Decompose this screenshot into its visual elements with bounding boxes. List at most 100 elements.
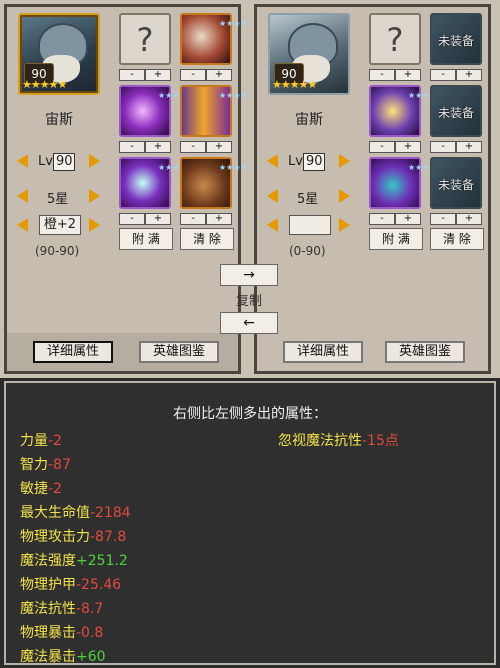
right-rank-next-arrow[interactable] <box>339 218 350 232</box>
left-slot-2-plus[interactable]: + <box>206 69 232 81</box>
left-stars: ★★★★★ <box>22 78 67 91</box>
left-rank-next-arrow[interactable] <box>89 218 100 232</box>
golden-cross-item-icon: ★★★★ <box>408 91 437 100</box>
right-level-prev-arrow[interactable] <box>267 154 278 168</box>
left-slot-5-minus[interactable]: - <box>119 213 145 225</box>
left-slot-1-plus[interactable]: + <box>145 69 171 81</box>
left-slot-2-minus[interactable]: - <box>180 69 206 81</box>
right-lv-label: Lv <box>288 154 303 169</box>
left-slot-4-plus[interactable]: + <box>206 141 232 153</box>
right-slot-4[interactable]: 未装备 <box>430 85 482 137</box>
right-slot-2-minus[interactable]: - <box>430 69 456 81</box>
right-slot-1-minus[interactable]: - <box>369 69 395 81</box>
right-star-prev-arrow[interactable] <box>267 189 278 203</box>
left-hero-codex-button[interactable]: 英雄图鉴 <box>139 341 219 363</box>
right-slot-5[interactable]: ★★★★ <box>369 157 437 209</box>
left-clear-button[interactable]: 清 除 <box>180 228 234 250</box>
left-fill-button[interactable]: 附 满 <box>119 228 173 250</box>
right-slot-5-plus[interactable]: + <box>395 213 421 225</box>
stat-row: 物理暴击-0.8 <box>20 625 104 641</box>
right-slot-6[interactable]: 未装备 <box>430 157 482 209</box>
copy-to-left-button[interactable]: ← <box>220 312 278 334</box>
left-slot-3-plus[interactable]: + <box>145 141 171 153</box>
stat-row: 力量-2 <box>20 433 62 449</box>
right-slot-2-plus[interactable]: + <box>456 69 482 81</box>
left-slot-2[interactable]: ★★★★ <box>180 13 248 65</box>
right-slot-4-minus[interactable]: - <box>430 141 456 153</box>
right-slot-1-plus[interactable]: + <box>395 69 421 81</box>
question-mark-icon: ? <box>386 21 404 59</box>
right-slot-5-minus[interactable]: - <box>369 213 395 225</box>
stat-row-ignore-magic-resist: 忽视魔法抗性-15点 <box>278 433 399 449</box>
stat-row: 物理护甲-25.46 <box>20 577 122 593</box>
stat-difference-title: 右侧比左侧多出的属性： <box>173 406 327 422</box>
left-detail-attributes-button[interactable]: 详细属性 <box>33 341 113 363</box>
right-slot-4-empty-label: 未装备 <box>437 106 474 120</box>
stat-row: 魔法强度+251.2 <box>20 553 128 569</box>
right-hero-panel: 90 ★★★★★ 宙斯 Lv 90 5星 (0-90) ? - + 未装备 - +… <box>254 4 491 374</box>
cobra-item-icon: ★★★★ <box>408 163 437 172</box>
right-slot-1[interactable]: ? <box>369 13 421 65</box>
left-panel-footer: 详细属性 英雄图鉴 <box>7 333 238 371</box>
right-slot-2-empty-label: 未装备 <box>437 34 474 48</box>
left-level-prev-arrow[interactable] <box>17 154 28 168</box>
right-hero-codex-button[interactable]: 英雄图鉴 <box>385 341 465 363</box>
left-slot-5-plus[interactable]: + <box>145 213 171 225</box>
left-level-next-arrow[interactable] <box>89 154 100 168</box>
magic-orb-item-icon: ★★★★ <box>158 91 187 100</box>
left-slot-6[interactable]: ★★★★ <box>180 157 248 209</box>
stat-row: 敏捷-2 <box>20 481 62 497</box>
right-slot-3[interactable]: ★★★★ <box>369 85 437 137</box>
left-star-next-arrow[interactable] <box>89 189 100 203</box>
right-hero-portrait[interactable]: 90 ★★★★★ <box>268 13 350 95</box>
right-slot-6-minus[interactable]: - <box>430 213 456 225</box>
right-level-next-arrow[interactable] <box>339 154 350 168</box>
crescent-scythe-item-icon: ★★★★ <box>158 163 187 172</box>
left-slot-3[interactable]: ★★★★ <box>119 85 187 137</box>
right-star-label: 5星 <box>297 192 319 207</box>
left-slot-3-minus[interactable]: - <box>119 141 145 153</box>
left-slot-6-minus[interactable]: - <box>180 213 206 225</box>
right-slot-3-minus[interactable]: - <box>369 141 395 153</box>
left-rank-input[interactable]: 橙+2 <box>39 215 81 235</box>
right-stars: ★★★★★ <box>272 78 317 91</box>
skull-mask-item-icon: ★★★★ <box>219 19 248 28</box>
left-star-prev-arrow[interactable] <box>17 189 28 203</box>
left-slot-4-minus[interactable]: - <box>180 141 206 153</box>
stat-difference-panel: 右侧比左侧多出的属性： 力量-2 智力-87 敏捷-2 最大生命值-2184 物… <box>4 381 496 665</box>
left-hero-portrait[interactable]: 90 ★★★★★ <box>18 13 100 95</box>
left-lv-input[interactable]: 90 <box>52 153 76 171</box>
right-slot-6-empty-label: 未装备 <box>437 178 474 192</box>
left-hero-name: 宙斯 <box>45 112 73 128</box>
stat-row: 魔法抗性-8.7 <box>20 601 104 617</box>
stat-row: 最大生命值-2184 <box>20 505 131 521</box>
right-fill-button[interactable]: 附 满 <box>369 228 423 250</box>
right-slot-3-plus[interactable]: + <box>395 141 421 153</box>
right-clear-button[interactable]: 清 除 <box>430 228 484 250</box>
right-level-row: Lv 90 <box>288 153 326 171</box>
right-rank-prev-arrow[interactable] <box>267 218 278 232</box>
right-panel-footer: 详细属性 英雄图鉴 <box>257 333 488 371</box>
left-slot-1[interactable]: ? <box>119 13 171 65</box>
question-mark-icon: ? <box>136 21 154 59</box>
left-slot-1-minus[interactable]: - <box>119 69 145 81</box>
left-rank-prev-arrow[interactable] <box>17 218 28 232</box>
right-lv-input[interactable]: 90 <box>302 153 326 171</box>
copy-label: 复制 <box>235 294 262 309</box>
right-detail-attributes-button[interactable]: 详细属性 <box>283 341 363 363</box>
left-slot-6-plus[interactable]: + <box>206 213 232 225</box>
left-hero-panel: 90 ★★★★★ 宙斯 Lv 90 5星 橙+2 (90-90) ? - + ★★… <box>4 4 248 374</box>
boot-item-icon: ★★★★ <box>219 163 248 172</box>
left-star-label: 5星 <box>47 192 69 207</box>
right-slot-2[interactable]: 未装备 <box>430 13 482 65</box>
right-level-range: (0-90) <box>289 244 326 258</box>
left-slot-4[interactable]: ★★★★ <box>180 85 248 137</box>
left-slot-5[interactable]: ★★★★ <box>119 157 187 209</box>
right-hero-name: 宙斯 <box>295 112 323 128</box>
left-level-range: (90-90) <box>35 244 80 258</box>
right-star-next-arrow[interactable] <box>339 189 350 203</box>
right-slot-4-plus[interactable]: + <box>456 141 482 153</box>
right-slot-6-plus[interactable]: + <box>456 213 482 225</box>
copy-to-right-button[interactable]: → <box>220 264 278 286</box>
right-rank-input[interactable] <box>289 215 331 235</box>
